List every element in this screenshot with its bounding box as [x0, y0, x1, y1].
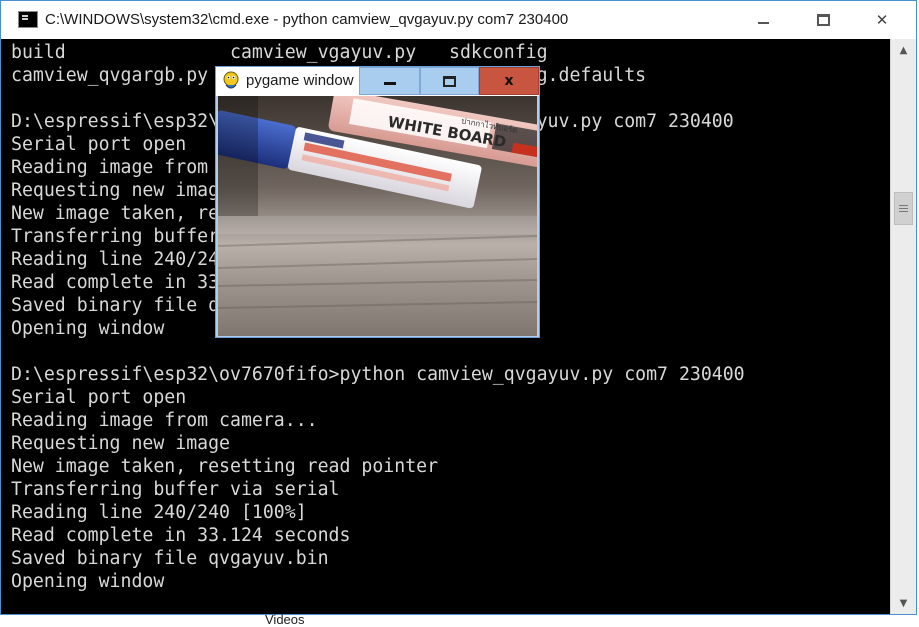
- pygame-close-button[interactable]: x: [479, 67, 539, 95]
- minimize-icon: [383, 81, 396, 85]
- console-line: Transferring buffer via serial: [11, 479, 340, 500]
- console-line: Requesting new image: [11, 433, 230, 454]
- vertical-scrollbar[interactable]: ▲ ▼: [890, 39, 916, 614]
- cmd-close-button[interactable]: ✕: [853, 1, 911, 39]
- pygame-snake-icon[interactable]: [221, 70, 241, 92]
- console-line: build camview_vgayuv.py sdkconfig: [11, 42, 548, 63]
- scrollbar-thumb[interactable]: [894, 192, 913, 225]
- cmd-minimize-button[interactable]: [734, 1, 792, 39]
- cmd-window-title: C:\WINDOWS\system32\cmd.exe - python cam…: [45, 11, 569, 28]
- console-line: Reading image from camera...: [11, 410, 318, 431]
- console-line: New image taken, resetting read pointer: [11, 456, 439, 477]
- cmd-icon[interactable]: [18, 11, 38, 28]
- maximize-icon: [443, 75, 456, 87]
- scroll-up-arrow-icon[interactable]: ▲: [891, 41, 916, 59]
- maximize-icon: [816, 14, 830, 26]
- pygame-maximize-button[interactable]: [420, 67, 479, 95]
- camera-photo: WHITE BOARD ปากกาไวท์บอร์ด: [218, 96, 537, 336]
- cmd-titlebar[interactable]: C:\WINDOWS\system32\cmd.exe - python cam…: [1, 1, 916, 39]
- close-icon: ✕: [875, 11, 889, 29]
- console-line: Read complete in 33.124 seconds: [11, 525, 351, 546]
- console-line: Reading line 240/240 [100%]: [11, 502, 307, 523]
- console-line: Opening window: [11, 571, 165, 592]
- pygame-titlebar[interactable]: pygame window x: [216, 67, 539, 96]
- scroll-down-arrow-icon[interactable]: ▼: [891, 594, 916, 612]
- console-line: D:\espressif\esp32\ov7670fifo>python cam…: [11, 364, 745, 385]
- pygame-window[interactable]: pygame window x WHITE BOARD ปากกาไวท์บอร…: [215, 66, 540, 338]
- console-line: Saved binary file qvgayuv.bin: [11, 548, 329, 569]
- pygame-minimize-button[interactable]: [359, 67, 420, 95]
- cmd-maximize-button[interactable]: [794, 1, 852, 39]
- console-line: Serial port open: [11, 387, 187, 408]
- close-icon: x: [504, 73, 514, 89]
- camera-image: WHITE BOARD ปากกาไวท์บอร์ด: [218, 96, 537, 336]
- pygame-window-title: pygame window: [246, 72, 354, 89]
- desktop-strip: [0, 615, 919, 625]
- minimize-icon: [757, 22, 769, 24]
